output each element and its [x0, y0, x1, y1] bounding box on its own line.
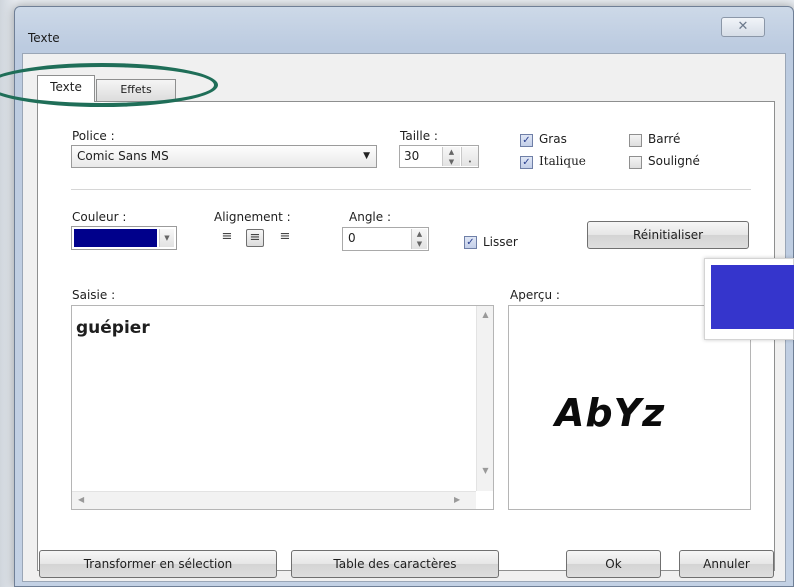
size-spin-buttons-alt[interactable]: •: [461, 147, 478, 166]
spin-down-icon: ▼: [448, 157, 455, 166]
text-input-area[interactable]: guépier ▲ ▼ ◀ ▶: [71, 305, 494, 510]
horizontal-scrollbar[interactable]: ◀ ▶: [72, 491, 476, 509]
scroll-right-icon[interactable]: ▶: [454, 495, 460, 504]
spin-down-icon: •: [467, 157, 473, 166]
color-label: Couleur :: [72, 210, 127, 224]
close-button[interactable]: ✕: [721, 17, 765, 37]
align-left-icon[interactable]: ≡: [218, 229, 236, 247]
spin-up-icon: ▲: [448, 148, 455, 156]
chevron-down-icon: ▼: [363, 151, 370, 161]
bold-checkbox[interactable]: ✓: [520, 134, 533, 147]
text-input-value: guépier: [76, 318, 150, 338]
smooth-checkbox[interactable]: ✓: [464, 236, 477, 249]
underline-checkbox[interactable]: [629, 156, 642, 169]
spin-up-icon: [462, 147, 478, 157]
reset-button[interactable]: Réinitialiser: [587, 221, 749, 249]
color-sample-overlay: [704, 258, 794, 340]
ok-button[interactable]: Ok: [566, 550, 661, 578]
scroll-up-icon[interactable]: ▲: [477, 310, 494, 319]
angle-spin-buttons[interactable]: ▲ ▼: [411, 229, 427, 249]
color-picker[interactable]: ▼: [71, 226, 177, 250]
character-map-button[interactable]: Table des caractères: [291, 550, 499, 578]
size-value: 30: [404, 149, 420, 163]
smooth-label: Lisser: [483, 235, 518, 249]
close-icon: ✕: [737, 19, 749, 34]
spin-down-icon: ▼: [416, 240, 423, 248]
font-label: Police :: [72, 129, 115, 143]
angle-value: 0: [348, 231, 356, 245]
color-swatch: [74, 229, 157, 247]
chevron-down-icon: ▼: [159, 229, 174, 247]
color-sample-fill: [711, 265, 794, 329]
separator: [71, 189, 751, 191]
scroll-down-icon[interactable]: ▼: [477, 466, 494, 475]
align-center-icon[interactable]: ≡: [246, 229, 264, 247]
scroll-left-icon[interactable]: ◀: [78, 495, 84, 504]
spin-up-icon: ▲: [416, 230, 423, 238]
underline-label: Souligné: [648, 154, 700, 168]
preview-sample-text: AbYz: [555, 391, 666, 435]
angle-spinner[interactable]: 0 ▲ ▼: [342, 227, 429, 251]
font-select[interactable]: Comic Sans MS ▼: [71, 145, 377, 168]
size-spinner[interactable]: 30 ▲ ▼ •: [399, 145, 479, 168]
bold-label: Gras: [539, 132, 567, 146]
input-label: Saisie :: [72, 288, 116, 302]
vertical-scrollbar[interactable]: ▲ ▼: [476, 306, 493, 491]
transform-selection-button[interactable]: Transformer en sélection: [39, 550, 277, 578]
tab-panel-texte: Police : Comic Sans MS ▼ Taille : 30 ▲ ▼ …: [37, 101, 775, 571]
alignment-label: Alignement :: [214, 210, 291, 224]
preview-label: Aperçu :: [510, 288, 560, 302]
dialog-client-area: Texte Effets Police : Comic Sans MS ▼ Ta…: [22, 53, 786, 582]
italic-label: Italique: [539, 154, 586, 168]
size-spin-buttons[interactable]: ▲ ▼: [442, 147, 460, 166]
window-title: Texte: [28, 31, 60, 45]
strike-label: Barré: [648, 132, 681, 146]
font-select-value: Comic Sans MS: [77, 149, 169, 163]
size-label: Taille :: [400, 129, 438, 143]
strike-checkbox[interactable]: [629, 134, 642, 147]
align-right-icon[interactable]: ≡: [276, 229, 294, 247]
angle-label: Angle :: [349, 210, 392, 224]
cancel-button[interactable]: Annuler: [679, 550, 774, 578]
italic-checkbox[interactable]: ✓: [520, 156, 533, 169]
